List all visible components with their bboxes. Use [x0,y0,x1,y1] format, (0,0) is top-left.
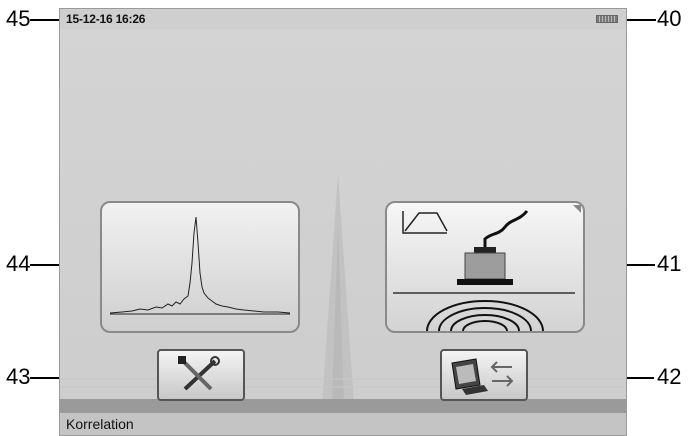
datetime: 15-12-16 16:26 [66,12,146,26]
sensor-tile[interactable] [385,201,585,333]
battery-icon [596,15,618,23]
callout-42: 42 [657,364,682,389]
footer-bar: Korrelation [60,413,626,435]
data-transfer-button[interactable] [440,349,528,401]
tools-icon [178,356,220,391]
data-transfer-icon [451,358,514,395]
callout-41: 41 [657,251,682,276]
correlation-tile[interactable] [100,201,300,333]
filter-curve-icon [402,211,447,234]
bottom-stripe [60,399,626,413]
callout-45: 45 [6,6,31,31]
tools-button[interactable] [157,349,245,401]
correlation-spectrum-icon [109,216,291,315]
ground-sensor-icon [393,205,581,331]
device-screen: 15-12-16 16:26 Korrelation [59,8,627,436]
mode-label: Korrelation [66,416,134,432]
callout-40: 40 [657,6,682,31]
callout-45-line [30,19,62,21]
status-bar: 15-12-16 16:26 [60,9,626,29]
callout-44: 44 [6,251,31,276]
callout-43: 43 [6,364,31,389]
